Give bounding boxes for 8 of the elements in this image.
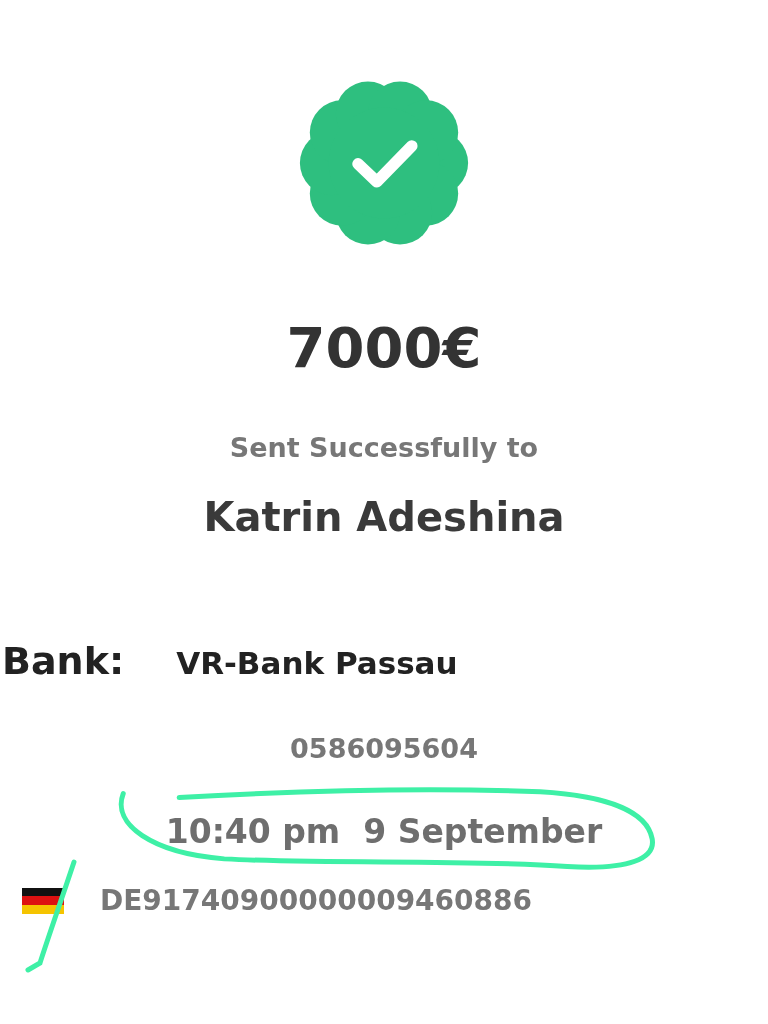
account-number: 0586095604 [290,733,478,764]
recipient-name: Katrin Adeshina [203,497,565,537]
status-text: Sent Successfully to [229,434,539,461]
date-time: 10:40 pm 9 September [165,814,603,851]
amount: 7000€ [286,320,482,376]
bank-name: VR-Bank Passau [176,645,458,681]
bank-label: Bank: [2,639,125,683]
iban: DE91740900000009460886 [100,884,533,918]
